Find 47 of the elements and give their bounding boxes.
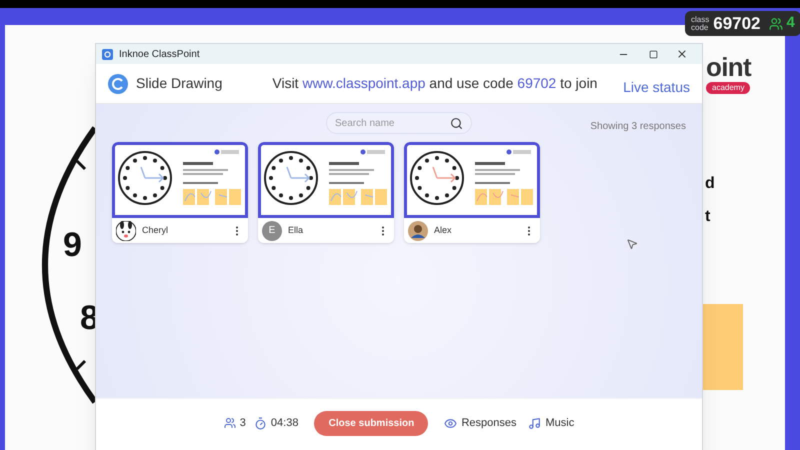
participants-icon	[224, 417, 236, 429]
search-input[interactable]: Search name	[335, 116, 450, 130]
slide-text: t	[705, 208, 710, 226]
classpoint-link[interactable]: www.classpoint.app	[302, 75, 426, 91]
academy-badge: academy	[706, 82, 750, 94]
student-name: Ella	[288, 224, 304, 237]
clock-face-drawing	[410, 151, 464, 205]
participant-count: 4	[786, 13, 795, 34]
maximize-button[interactable]	[649, 50, 658, 58]
person-avatar-icon	[408, 220, 428, 240]
cartoon-avatar-icon	[116, 220, 136, 240]
music-note-icon	[528, 416, 542, 430]
search-field[interactable]: Search name	[326, 112, 472, 134]
music-button[interactable]: Music	[528, 414, 574, 432]
class-code-label: class	[691, 16, 710, 24]
live-status-link[interactable]: Live status	[623, 77, 690, 98]
response-card[interactable]: Alex	[404, 142, 540, 243]
slide-drawing-icon	[108, 74, 128, 94]
avatar-letter: E	[262, 220, 282, 240]
join-instructions: Visit www.classpoint.app and use code 69702 to join	[272, 74, 598, 93]
slide-content-drawing	[329, 150, 387, 205]
clock-face-drawing	[118, 151, 172, 205]
class-code: 69702	[713, 12, 761, 35]
participants-icon	[768, 16, 783, 30]
app-logo-icon	[102, 48, 113, 60]
eye-icon	[444, 416, 458, 430]
mouse-cursor-icon	[626, 238, 638, 250]
close-button[interactable]	[676, 48, 688, 60]
slide-content-drawing	[183, 150, 241, 205]
timer: 04:38	[270, 416, 298, 431]
class-code-label: code	[691, 24, 710, 32]
responses-button[interactable]: Responses	[444, 414, 516, 432]
window-title: Inknoe ClassPoint	[119, 48, 200, 62]
response-count: Showing 3 responses	[590, 120, 686, 134]
timer-icon	[254, 416, 267, 430]
response-card[interactable]: E Ella	[258, 142, 394, 243]
participant-count: 3	[240, 416, 246, 431]
slide-content-drawing	[475, 150, 533, 205]
activity-title: Slide Drawing	[136, 74, 222, 93]
clock-number: 9	[63, 225, 82, 266]
slide-text: d	[705, 175, 715, 193]
clock-face-drawing	[264, 151, 318, 205]
response-card[interactable]: Cheryl	[112, 142, 248, 243]
student-name: Alex	[434, 224, 452, 237]
student-name: Cheryl	[142, 224, 168, 237]
search-icon	[450, 116, 463, 130]
logo-text: oint	[706, 53, 752, 81]
